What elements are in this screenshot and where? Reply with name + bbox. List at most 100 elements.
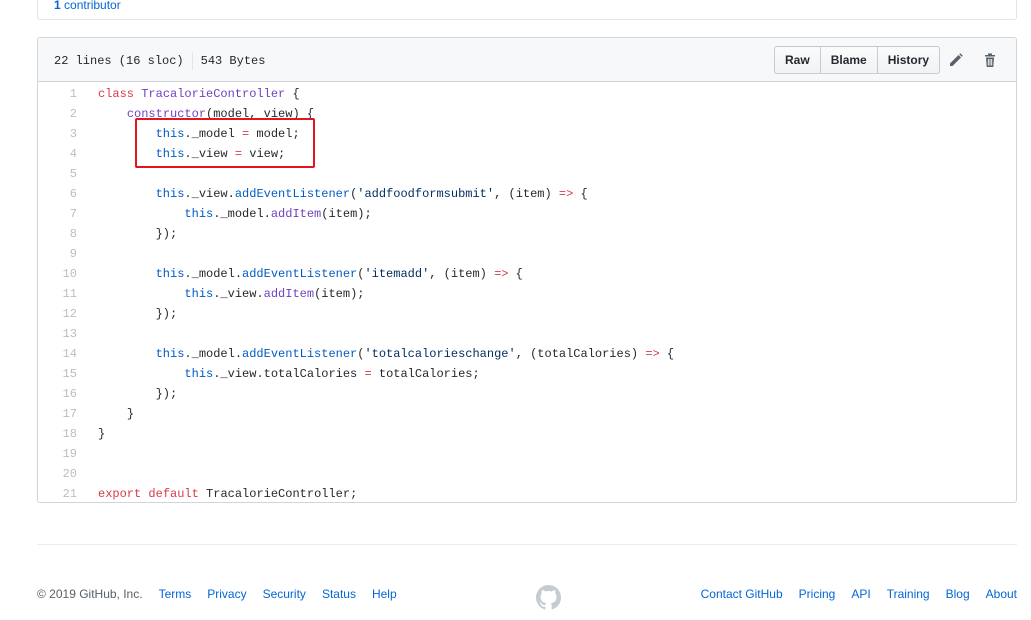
code-body: 1 class TracalorieController { 2 construc… xyxy=(38,82,1016,502)
line-number[interactable]: 11 xyxy=(38,284,79,304)
code-line: 13 xyxy=(38,324,1016,344)
line-number[interactable]: 8 xyxy=(38,224,79,244)
line-number[interactable]: 7 xyxy=(38,204,79,224)
footer-link-pricing[interactable]: Pricing xyxy=(799,587,836,601)
value: model; xyxy=(249,127,300,141)
brace: { xyxy=(508,267,523,281)
footer-link-api[interactable]: API xyxy=(851,587,870,601)
code-line: 20 xyxy=(38,464,1016,484)
arrow: => xyxy=(645,347,660,361)
code-line: 8 }); xyxy=(38,224,1016,244)
value: view; xyxy=(242,147,286,161)
close: } xyxy=(126,407,135,421)
contributors-count: 1 xyxy=(54,0,61,12)
line-number[interactable]: 5 xyxy=(38,164,79,184)
params: , (totalCalories) xyxy=(515,347,646,361)
code-line: 5 xyxy=(38,164,1016,184)
ctor-args: (model, view) { xyxy=(206,107,315,121)
history-button[interactable]: History xyxy=(876,46,941,74)
call: (item); xyxy=(321,207,372,221)
footer-divider xyxy=(37,544,1017,545)
prop: ._model. xyxy=(184,267,243,281)
close: }); xyxy=(155,387,178,401)
file-viewer: 22 lines (16 sloc) 543 Bytes Raw Blame H… xyxy=(37,37,1017,503)
brace: { xyxy=(285,87,300,101)
footer-link-about[interactable]: About xyxy=(986,587,1017,601)
this-token: this xyxy=(155,347,185,361)
line-number[interactable]: 2 xyxy=(38,104,79,124)
close: }); xyxy=(155,227,178,241)
keyword: default xyxy=(148,487,199,501)
footer-left: © 2019 GitHub, Inc. Terms Privacy Securi… xyxy=(37,587,413,601)
line-number[interactable]: 4 xyxy=(38,144,79,164)
trash-icon[interactable] xyxy=(982,52,998,68)
string: 'itemadd' xyxy=(364,267,430,281)
line-number[interactable]: 3 xyxy=(38,124,79,144)
line-number[interactable]: 1 xyxy=(38,84,79,104)
prop: ._view. xyxy=(184,187,235,201)
footer-link-privacy[interactable]: Privacy xyxy=(207,587,246,601)
arrow: => xyxy=(558,187,574,201)
github-logo-icon[interactable] xyxy=(536,585,561,610)
line-number[interactable]: 14 xyxy=(38,344,79,364)
footer-link-security[interactable]: Security xyxy=(263,587,306,601)
line-number[interactable]: 19 xyxy=(38,444,79,464)
line-number[interactable]: 16 xyxy=(38,384,79,404)
prop: ._model xyxy=(184,127,243,141)
file-header: 22 lines (16 sloc) 543 Bytes Raw Blame H… xyxy=(38,38,1016,82)
footer-right: Contact GitHub Pricing API Training Blog… xyxy=(685,587,1017,601)
footer-link-contact[interactable]: Contact GitHub xyxy=(701,587,783,601)
file-info: 22 lines (16 sloc) 543 Bytes xyxy=(54,52,265,70)
footer-link-status[interactable]: Status xyxy=(322,587,356,601)
params: , (item) xyxy=(429,267,495,281)
prop: ._view. xyxy=(213,287,264,301)
line-number[interactable]: 13 xyxy=(38,324,79,344)
raw-button[interactable]: Raw xyxy=(774,46,821,74)
this-token: this xyxy=(184,207,214,221)
code-line: 9 xyxy=(38,244,1016,264)
line-number[interactable]: 9 xyxy=(38,244,79,264)
params: , (item) xyxy=(494,187,559,201)
footer-link-help[interactable]: Help xyxy=(372,587,397,601)
line-number[interactable]: 17 xyxy=(38,404,79,424)
method: addItem xyxy=(270,207,322,221)
code-line: 3 this._model = model; xyxy=(38,124,1016,144)
class-name: TracalorieController xyxy=(141,87,286,101)
line-number[interactable]: 15 xyxy=(38,364,79,384)
brace: { xyxy=(573,187,588,201)
line-number[interactable]: 21 xyxy=(38,484,79,502)
contributors-box: 1 contributor xyxy=(37,0,1017,20)
line-number[interactable]: 20 xyxy=(38,464,79,484)
code-line: 1 class TracalorieController { xyxy=(38,84,1016,104)
pencil-icon[interactable] xyxy=(948,52,964,68)
code-line: 15 this._view.totalCalories = totalCalor… xyxy=(38,364,1016,384)
line-number[interactable]: 12 xyxy=(38,304,79,324)
this-token: this xyxy=(184,367,214,381)
line-number[interactable]: 10 xyxy=(38,264,79,284)
export-value: TracalorieController; xyxy=(198,487,358,501)
line-number[interactable]: 18 xyxy=(38,424,79,444)
value: totalCalories; xyxy=(371,367,480,381)
prop: ._model. xyxy=(184,347,243,361)
copyright: © 2019 GitHub, Inc. xyxy=(37,587,143,601)
operator: = xyxy=(364,367,372,381)
file-info-divider xyxy=(191,52,193,70)
code-line: 17 } xyxy=(38,404,1016,424)
constructor-token: constructor xyxy=(126,107,207,121)
footer-link-terms[interactable]: Terms xyxy=(159,587,192,601)
footer-link-training[interactable]: Training xyxy=(887,587,930,601)
string: 'totalcalorieschange' xyxy=(364,347,516,361)
contributors-link[interactable]: 1 contributor xyxy=(54,0,121,12)
code-line: 11 this._view.addItem(item); xyxy=(38,284,1016,304)
keyword: export xyxy=(98,487,142,501)
footer-link-blog[interactable]: Blog xyxy=(946,587,970,601)
code-line: 7 this._model.addItem(item); xyxy=(38,204,1016,224)
blame-button[interactable]: Blame xyxy=(819,46,878,74)
line-number[interactable]: 6 xyxy=(38,184,79,204)
method: addEventListener xyxy=(242,267,358,281)
file-line-count: 22 lines (16 sloc) xyxy=(54,54,184,68)
this-token: this xyxy=(155,147,185,161)
close: }); xyxy=(155,307,178,321)
code-line: 21 export default TracalorieController; xyxy=(38,484,1016,502)
file-size: 543 Bytes xyxy=(200,54,266,68)
